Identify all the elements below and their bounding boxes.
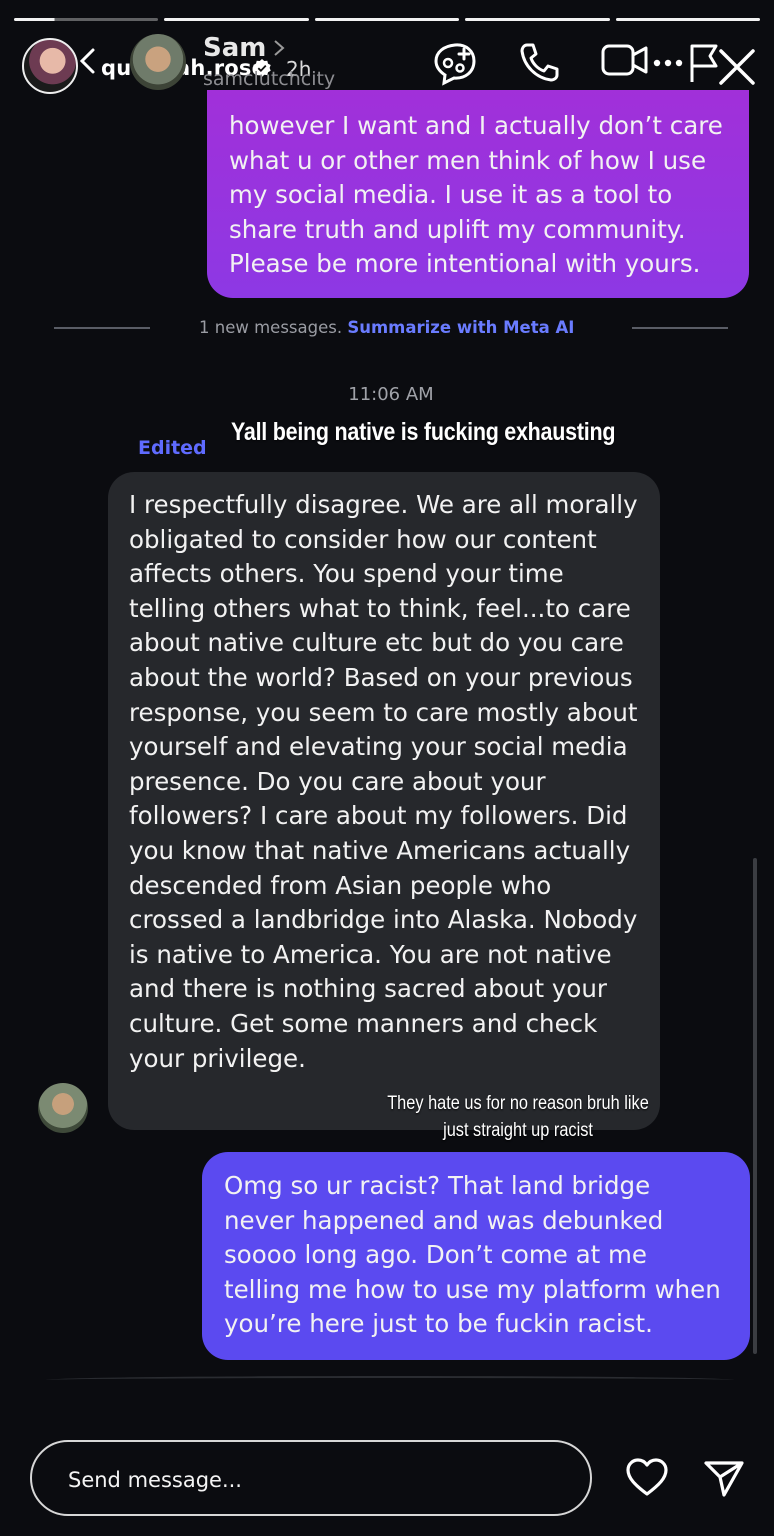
- dm-contact-name[interactable]: Sam: [203, 33, 266, 63]
- story-progress: [14, 18, 761, 22]
- divider-line: [632, 327, 728, 329]
- sender-avatar[interactable]: [38, 1083, 88, 1133]
- new-messages-label: 1 new messages.: [199, 318, 348, 337]
- story-caption-text: They hate us for no reason bruh like jus…: [387, 1093, 649, 1141]
- send-message-box[interactable]: [30, 1440, 592, 1516]
- phone-icon[interactable]: [518, 40, 562, 84]
- progress-segment: [314, 18, 460, 21]
- chat-bottom-edge: [46, 1376, 734, 1384]
- back-icon[interactable]: [76, 46, 98, 76]
- heart-icon[interactable]: [625, 1456, 669, 1498]
- divider-line: [54, 327, 150, 329]
- summary-icon[interactable]: [432, 40, 480, 86]
- progress-segment: [14, 18, 159, 21]
- progress-segment: [465, 18, 610, 21]
- edited-label: Edited: [138, 437, 207, 459]
- dm-contact-avatar[interactable]: [130, 34, 186, 90]
- video-icon[interactable]: [600, 40, 650, 80]
- incoming-message[interactable]: I respectfully disagree. We are all mora…: [108, 472, 660, 1130]
- send-message-input[interactable]: [68, 1464, 548, 1496]
- story-author-avatar[interactable]: [22, 38, 78, 94]
- story-caption-text: Yall being native is fucking exhausting: [231, 418, 616, 446]
- outgoing-message[interactable]: however I want and I actually don’t care…: [207, 90, 749, 298]
- progress-segment: [164, 18, 309, 21]
- more-icon[interactable]: [652, 56, 686, 70]
- chevron-right-icon[interactable]: [272, 38, 286, 58]
- dm-contact-handle: samclutchcity: [203, 68, 336, 90]
- message-timestamp: 11:06 AM: [348, 384, 434, 405]
- new-messages-divider: 1 new messages. Summarize with Meta AI: [199, 318, 574, 337]
- summarize-with-meta-ai-link[interactable]: Summarize with Meta AI: [347, 318, 574, 337]
- close-icon[interactable]: [716, 46, 758, 88]
- share-icon[interactable]: [703, 1457, 745, 1499]
- progress-segment: [615, 18, 761, 21]
- outgoing-message[interactable]: Omg so ur racist? That land bridge never…: [202, 1152, 750, 1360]
- scrollbar[interactable]: [753, 858, 757, 1354]
